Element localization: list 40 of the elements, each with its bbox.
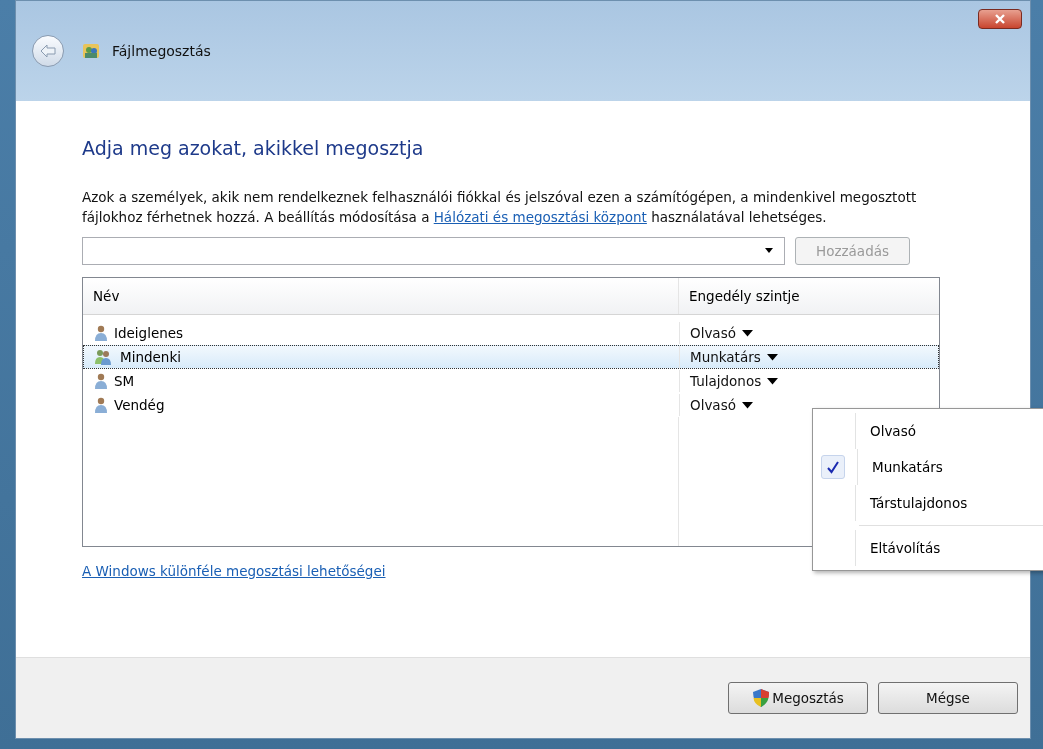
table-row[interactable]: Ideiglenes Olvasó: [83, 321, 939, 345]
permission-dropdown[interactable]: Munkatárs: [690, 349, 778, 365]
table-row[interactable]: Mindenki Munkatárs: [83, 345, 939, 369]
menu-item[interactable]: Eltávolítás: [813, 530, 1043, 566]
user-name: SM: [114, 373, 135, 389]
back-button[interactable]: [32, 35, 64, 67]
back-arrow-icon: [39, 44, 57, 58]
user-icon: [94, 373, 108, 389]
permission-dropdown[interactable]: Olvasó: [690, 325, 753, 341]
permission-dropdown[interactable]: Tulajdonos: [690, 373, 779, 389]
dropdown-arrow-icon: [766, 353, 778, 361]
user-icon: [94, 397, 108, 413]
window-title: Fájlmegosztás: [112, 43, 211, 59]
user-icon: [94, 325, 108, 341]
permission-dropdown[interactable]: Olvasó: [690, 397, 753, 413]
user-name: Vendég: [114, 397, 165, 413]
share-button[interactable]: Megosztás: [728, 682, 868, 714]
close-button[interactable]: [978, 9, 1022, 29]
close-icon: [993, 14, 1007, 24]
column-header[interactable]: Engedély szintje: [679, 278, 939, 314]
users-icon: [94, 349, 114, 365]
table-row[interactable]: SM Tulajdonos: [83, 369, 939, 393]
dropdown-arrow-icon: [767, 377, 779, 385]
name-combobox[interactable]: [82, 237, 785, 265]
network-center-link[interactable]: Hálózati és megosztási központ: [433, 209, 647, 225]
page-heading: Adja meg azokat, akikkel megosztja: [82, 137, 425, 159]
menu-item[interactable]: Munkatárs: [813, 449, 1043, 485]
description-text: Azok a személyek, akik nem rendelkeznek felhasználói fiókkal és jelszóval ezen a számítógépen, a mindenkivel megosztott fájlokhoz férhetnek hozzá. A beállítás módosítása a Hálózati és megosztási központ használatával lehetséges.: [82, 188, 918, 227]
column-header[interactable]: Név: [83, 278, 679, 314]
dropdown-arrow-icon: [764, 248, 774, 254]
user-name: Mindenki: [120, 349, 181, 365]
user-name: Ideiglenes: [114, 325, 184, 341]
checkmark-icon: [826, 460, 840, 474]
dropdown-arrow-icon: [741, 401, 753, 409]
dropdown-arrow-icon: [741, 329, 753, 337]
sharing-options-link[interactable]: A Windows különféle megosztási lehetőségei: [82, 563, 386, 579]
users-icon: [82, 42, 100, 60]
cancel-button[interactable]: Mégse: [878, 682, 1018, 714]
shield-icon: [752, 688, 771, 708]
menu-item[interactable]: Társtulajdonos: [813, 485, 1043, 521]
